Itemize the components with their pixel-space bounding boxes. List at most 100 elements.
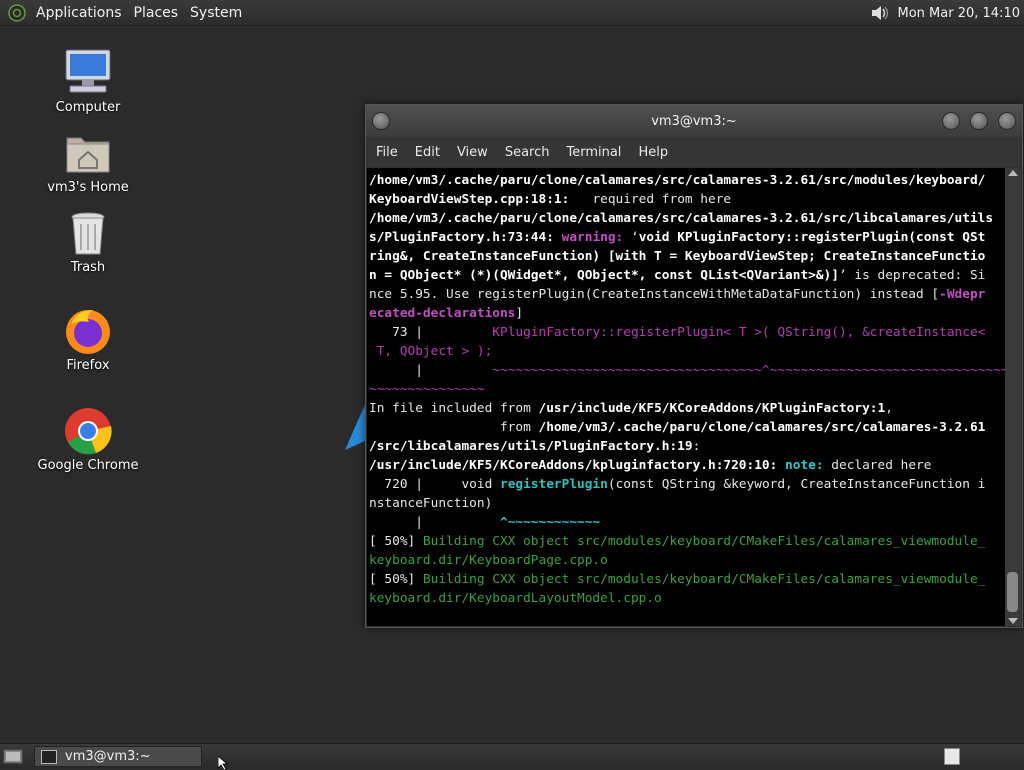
terminal-segment: s/PluginFactory.h:73:44: bbox=[369, 230, 562, 245]
terminal-text: /home/vm3/.cache/paru/clone/calamares/sr… bbox=[367, 168, 1005, 608]
terminal-line: /home/vm3/.cache/paru/clone/calamares/sr… bbox=[369, 209, 1005, 228]
clock[interactable]: Mon Mar 20, 14:10 bbox=[898, 6, 1020, 21]
maximize-button[interactable] bbox=[970, 112, 988, 130]
terminal-segment: required from here bbox=[569, 192, 732, 207]
terminal-line: In file included from /usr/include/KF5/K… bbox=[369, 399, 1005, 418]
terminal-window[interactable]: vm3@vm3:~ File Edit View Search Terminal… bbox=[365, 104, 1023, 628]
menu-search[interactable]: Search bbox=[499, 145, 561, 160]
desktop-icon-label: Google Chrome bbox=[37, 458, 139, 473]
terminal-segment: ^~~~~~~~~~~~~ bbox=[499, 515, 601, 530]
desktop-icon-computer[interactable]: Computer bbox=[28, 46, 148, 115]
minimize-button[interactable] bbox=[942, 112, 960, 130]
terminal-segment: void KPluginFactory::registerPlugin(cons… bbox=[638, 230, 986, 245]
background-logo-fragment bbox=[345, 400, 367, 450]
terminal-segment: /src/libcalamares/utils/PluginFactory.h:… bbox=[369, 439, 693, 454]
taskbar-item-label: vm3@vm3:~ bbox=[65, 749, 151, 764]
terminal-segment: /home/vm3/.cache/paru/clone/calamares/sr… bbox=[538, 420, 986, 435]
terminal-line: KeyboardViewStep.cpp:18:1: required from… bbox=[369, 190, 1005, 209]
terminal-segment: keyboard.dir/KeyboardPage.cpp.o bbox=[369, 553, 608, 568]
volume-icon[interactable] bbox=[868, 2, 890, 24]
desktop-icon-label: vm3's Home bbox=[47, 180, 129, 195]
terminal-line: [ 50%] Building CXX object src/modules/k… bbox=[369, 532, 1005, 551]
terminal-line: /src/libcalamares/utils/PluginFactory.h:… bbox=[369, 437, 1005, 456]
terminal-scrollbar[interactable] bbox=[1005, 168, 1021, 626]
terminal-segment: KeyboardViewStep.cpp:18:1: bbox=[369, 192, 570, 207]
terminal-line: /usr/include/KF5/KCoreAddons/kpluginfact… bbox=[369, 456, 1005, 475]
terminal-segment: ~~~~~~~~~~~~~~~~~~~~~~~~~~~~~~~~~~~^~~~~… bbox=[492, 363, 1005, 378]
terminal-line: | ~~~~~~~~~~~~~~~~~~~~~~~~~~~~~~~~~~~^~~… bbox=[369, 361, 1005, 380]
terminal-line: keyboard.dir/KeyboardLayoutModel.cpp.o bbox=[369, 589, 1005, 608]
workspace-switcher[interactable] bbox=[944, 748, 960, 765]
places-menu[interactable]: Places bbox=[128, 5, 185, 21]
terminal-segment: 73 | bbox=[369, 325, 493, 340]
desktop-icon-home[interactable]: vm3's Home bbox=[28, 128, 148, 195]
menu-help[interactable]: Help bbox=[632, 145, 679, 160]
scroll-down-arrow-icon[interactable] bbox=[1008, 618, 1018, 624]
desktop-icon-firefox[interactable]: Firefox bbox=[28, 306, 148, 373]
terminal-segment: ‘ bbox=[630, 230, 639, 245]
window-menu-button[interactable] bbox=[372, 112, 390, 130]
terminal-segment: ecated-declarations bbox=[369, 306, 516, 321]
bottom-panel: vm3@vm3:~ bbox=[0, 743, 1024, 768]
terminal-segment: nce 5.95. Use registerPlugin(CreateInsta… bbox=[369, 287, 940, 302]
menu-file[interactable]: File bbox=[370, 145, 409, 160]
firefox-icon bbox=[66, 310, 110, 354]
terminal-line: from /home/vm3/.cache/paru/clone/calamar… bbox=[369, 418, 1005, 437]
terminal-segment: -Wdepr bbox=[939, 287, 986, 302]
terminal-segment: /home/vm3/.cache/paru/clone/calamares/sr… bbox=[369, 173, 986, 188]
terminal-segment: T, QObject > ); bbox=[369, 344, 493, 359]
show-desktop-icon[interactable] bbox=[3, 747, 23, 765]
desktop-icon-chrome[interactable]: Google Chrome bbox=[28, 406, 148, 473]
terminal-segment: warning: bbox=[561, 230, 631, 245]
trash-icon bbox=[71, 212, 105, 255]
home-folder-icon bbox=[66, 137, 110, 173]
distro-logo-icon[interactable] bbox=[8, 3, 26, 22]
terminal-segment: declared here bbox=[831, 458, 932, 473]
terminal-segment: /home/vm3/.cache/paru/clone/calamares/sr… bbox=[369, 211, 994, 226]
terminal-segment: 720 | void bbox=[369, 477, 500, 492]
top-panel: Applications Places System Mon Mar 20, 1… bbox=[0, 0, 1024, 26]
taskbar-item-terminal[interactable]: vm3@vm3:~ bbox=[34, 746, 202, 767]
scroll-up-arrow-icon[interactable] bbox=[1008, 170, 1018, 176]
menu-terminal[interactable]: Terminal bbox=[560, 145, 632, 160]
terminal-segment: Building CXX object src/modules/keyboard… bbox=[422, 534, 986, 549]
terminal-line: keyboard.dir/KeyboardPage.cpp.o bbox=[369, 551, 1005, 570]
terminal-line: T, QObject > ); bbox=[369, 342, 1005, 361]
terminal-line: nce 5.95. Use registerPlugin(CreateInsta… bbox=[369, 285, 1005, 304]
chrome-icon bbox=[65, 408, 112, 455]
terminal-icon bbox=[41, 749, 57, 764]
menu-view[interactable]: View bbox=[451, 145, 499, 160]
terminal-line: /home/vm3/.cache/paru/clone/calamares/sr… bbox=[369, 171, 1005, 190]
desktop-icon-trash[interactable]: Trash bbox=[28, 210, 148, 275]
terminal-segment: : bbox=[692, 439, 701, 454]
terminal-line: nstanceFunction) bbox=[369, 494, 1005, 513]
terminal-segment: , bbox=[885, 401, 893, 416]
terminal-segment: ~~~~~~~~~~~~~~~ bbox=[369, 382, 485, 397]
applications-menu[interactable]: Applications bbox=[30, 5, 128, 21]
terminal-segment: keyboard.dir/KeyboardLayoutModel.cpp.o bbox=[369, 591, 662, 606]
terminal-segment: note: bbox=[785, 458, 832, 473]
terminal-line: ring&, CreateInstanceFunction) [with T =… bbox=[369, 247, 1005, 266]
system-menu[interactable]: System bbox=[184, 5, 248, 21]
terminal-line: s/PluginFactory.h:73:44: warning: ‘void … bbox=[369, 228, 1005, 247]
window-menubar: File Edit View Search Terminal Help bbox=[366, 137, 1022, 167]
scroll-thumb[interactable] bbox=[1007, 572, 1018, 612]
terminal-line: ecated-declarations] bbox=[369, 304, 1005, 323]
terminal-line: 720 | void registerPlugin(const QString … bbox=[369, 475, 1005, 494]
terminal-output[interactable]: /home/vm3/.cache/paru/clone/calamares/sr… bbox=[367, 168, 1005, 626]
terminal-line: n = QObject* (*)(QWidget*, QObject*, con… bbox=[369, 266, 1005, 285]
window-titlebar[interactable]: vm3@vm3:~ bbox=[366, 105, 1022, 137]
terminal-segment: In file included from bbox=[369, 401, 539, 416]
terminal-segment: ring&, CreateInstanceFunction) [with T =… bbox=[369, 249, 986, 264]
terminal-segment: [ 50%] bbox=[369, 572, 423, 587]
terminal-segment: | bbox=[369, 363, 493, 378]
terminal-segment: ’ is deprecated: Si bbox=[838, 268, 986, 283]
terminal-line: ~~~~~~~~~~~~~~~ bbox=[369, 380, 1005, 399]
terminal-segment: /usr/include/KF5/KCoreAddons/KPluginFact… bbox=[538, 401, 886, 416]
top-panel-tray: Mon Mar 20, 14:10 bbox=[868, 0, 1020, 26]
desktop-icon-label: Computer bbox=[55, 100, 121, 115]
close-button[interactable] bbox=[998, 112, 1016, 130]
terminal-segment: n = QObject* (*)(QWidget*, QObject*, con… bbox=[369, 268, 839, 283]
terminal-line: [ 50%] Building CXX object src/modules/k… bbox=[369, 570, 1005, 589]
menu-edit[interactable]: Edit bbox=[409, 145, 451, 160]
